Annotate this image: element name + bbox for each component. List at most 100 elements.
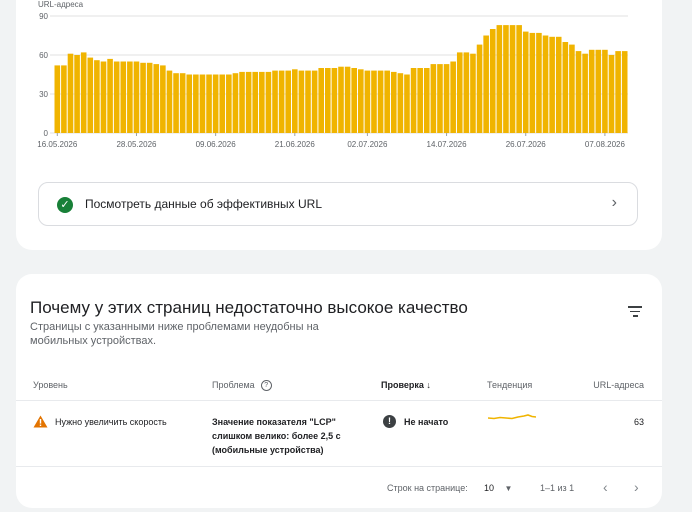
column-header-trend[interactable]: Тенденция bbox=[487, 380, 532, 390]
chart-bar[interactable] bbox=[193, 74, 199, 134]
chart-bar[interactable] bbox=[94, 60, 100, 133]
chart-bar[interactable] bbox=[588, 49, 595, 133]
chart-bar[interactable] bbox=[344, 66, 351, 133]
chart-bar[interactable] bbox=[80, 52, 87, 133]
chart-bar[interactable] bbox=[265, 71, 272, 133]
chart-bar[interactable] bbox=[476, 44, 483, 133]
chart-bar[interactable] bbox=[542, 35, 549, 134]
chart-bar[interactable] bbox=[582, 53, 588, 133]
chart-bar[interactable] bbox=[437, 64, 443, 133]
chart-bar[interactable] bbox=[153, 64, 160, 133]
chart-bar[interactable] bbox=[443, 64, 450, 133]
chart-bar[interactable] bbox=[562, 42, 569, 133]
chart-bar[interactable] bbox=[74, 55, 80, 133]
chart-bar[interactable] bbox=[463, 52, 470, 133]
chart-bar[interactable] bbox=[160, 65, 166, 133]
filter-icon[interactable] bbox=[628, 306, 642, 318]
chart-bar[interactable] bbox=[575, 51, 582, 133]
chart-bar[interactable] bbox=[397, 73, 404, 133]
chart-bar[interactable] bbox=[489, 29, 496, 133]
chart-bar[interactable] bbox=[219, 74, 226, 134]
chart-bar[interactable] bbox=[529, 32, 536, 133]
chart-bar[interactable] bbox=[325, 68, 331, 133]
chart-bar[interactable] bbox=[503, 25, 509, 133]
chart-bar[interactable] bbox=[107, 58, 113, 133]
chart-bar[interactable] bbox=[226, 74, 232, 134]
chart-bar[interactable] bbox=[423, 68, 430, 133]
chart-bar[interactable] bbox=[555, 36, 562, 133]
chart-bar[interactable] bbox=[549, 36, 555, 133]
chart-bar[interactable] bbox=[120, 61, 127, 134]
chart-bar[interactable] bbox=[331, 68, 338, 133]
chart-bar[interactable] bbox=[384, 70, 390, 133]
chart-bar[interactable] bbox=[100, 61, 107, 134]
chart-bar[interactable] bbox=[602, 49, 608, 133]
chart-bar[interactable] bbox=[318, 68, 325, 133]
column-header-urls[interactable]: URL-адреса bbox=[593, 380, 644, 390]
column-header-level[interactable]: Уровень bbox=[33, 380, 68, 390]
chart-bar[interactable] bbox=[298, 70, 305, 133]
chart-bar[interactable] bbox=[351, 68, 357, 133]
chart-bar[interactable] bbox=[430, 64, 437, 133]
chart-bar[interactable] bbox=[179, 73, 186, 133]
chart-bar[interactable] bbox=[199, 74, 206, 134]
chart-bar[interactable] bbox=[404, 74, 410, 134]
chart-bar[interactable] bbox=[371, 70, 377, 133]
chart-bar[interactable] bbox=[377, 70, 384, 133]
chart-bar[interactable] bbox=[113, 61, 120, 134]
prev-page-icon[interactable]: ‹ bbox=[603, 479, 608, 495]
chart-bar[interactable] bbox=[417, 68, 423, 133]
chart-bar[interactable] bbox=[127, 61, 133, 134]
chart-bar[interactable] bbox=[245, 71, 252, 133]
help-icon[interactable]: ? bbox=[260, 380, 272, 392]
chart-bar[interactable] bbox=[536, 32, 542, 133]
chart-bar[interactable] bbox=[166, 70, 173, 133]
chart-bar[interactable] bbox=[272, 70, 278, 133]
chart-bar[interactable] bbox=[357, 69, 364, 133]
chart-bar[interactable] bbox=[61, 65, 67, 133]
chart-bar[interactable] bbox=[338, 66, 344, 133]
chart-bar[interactable] bbox=[140, 62, 146, 133]
chart-bar[interactable] bbox=[608, 55, 615, 133]
chart-bar[interactable] bbox=[516, 25, 522, 133]
chart-bar[interactable] bbox=[390, 71, 397, 133]
chevron-right-icon: › bbox=[611, 194, 617, 211]
chart-bar[interactable] bbox=[212, 74, 219, 134]
chart-bar[interactable] bbox=[146, 62, 153, 133]
chart-bar[interactable] bbox=[232, 73, 239, 133]
chart-bar[interactable] bbox=[483, 35, 489, 134]
chart-bar[interactable] bbox=[206, 74, 212, 134]
chart-bar[interactable] bbox=[364, 70, 371, 133]
rows-per-page-select[interactable]: 10 ▼ bbox=[484, 483, 512, 493]
column-header-problem[interactable]: Проблема? bbox=[212, 380, 272, 392]
chart-bar[interactable] bbox=[509, 25, 516, 133]
chart-bar[interactable] bbox=[67, 53, 74, 133]
chart-bar[interactable] bbox=[621, 51, 628, 133]
chart-bar[interactable] bbox=[410, 68, 417, 133]
chart-bar[interactable] bbox=[133, 61, 140, 134]
chart-bar[interactable] bbox=[470, 53, 476, 133]
trend-sparkline bbox=[488, 414, 536, 420]
chart-bar[interactable] bbox=[54, 65, 61, 133]
chart-bar[interactable] bbox=[450, 61, 456, 134]
chart-bar[interactable] bbox=[259, 71, 265, 133]
chart-bar[interactable] bbox=[311, 70, 318, 133]
chart-bar[interactable] bbox=[173, 73, 179, 133]
chart-bar[interactable] bbox=[305, 70, 311, 133]
next-page-icon[interactable]: › bbox=[634, 479, 639, 495]
chart-bar[interactable] bbox=[239, 71, 245, 133]
view-good-urls-row[interactable]: ✓ Посмотреть данные об эффективных URL › bbox=[38, 182, 638, 226]
chart-bar[interactable] bbox=[456, 52, 463, 133]
chart-bar[interactable] bbox=[252, 71, 259, 133]
chart-bar[interactable] bbox=[285, 70, 292, 133]
chart-bar[interactable] bbox=[292, 69, 298, 133]
chart-bar[interactable] bbox=[496, 25, 503, 133]
column-header-check[interactable]: Проверка ↓ bbox=[381, 380, 431, 390]
chart-bar[interactable] bbox=[569, 44, 575, 133]
chart-bar[interactable] bbox=[87, 57, 94, 133]
chart-bar[interactable] bbox=[186, 74, 193, 134]
chart-bar[interactable] bbox=[278, 70, 285, 133]
chart-bar[interactable] bbox=[595, 49, 602, 133]
chart-bar[interactable] bbox=[522, 31, 529, 133]
chart-bar[interactable] bbox=[615, 51, 621, 133]
